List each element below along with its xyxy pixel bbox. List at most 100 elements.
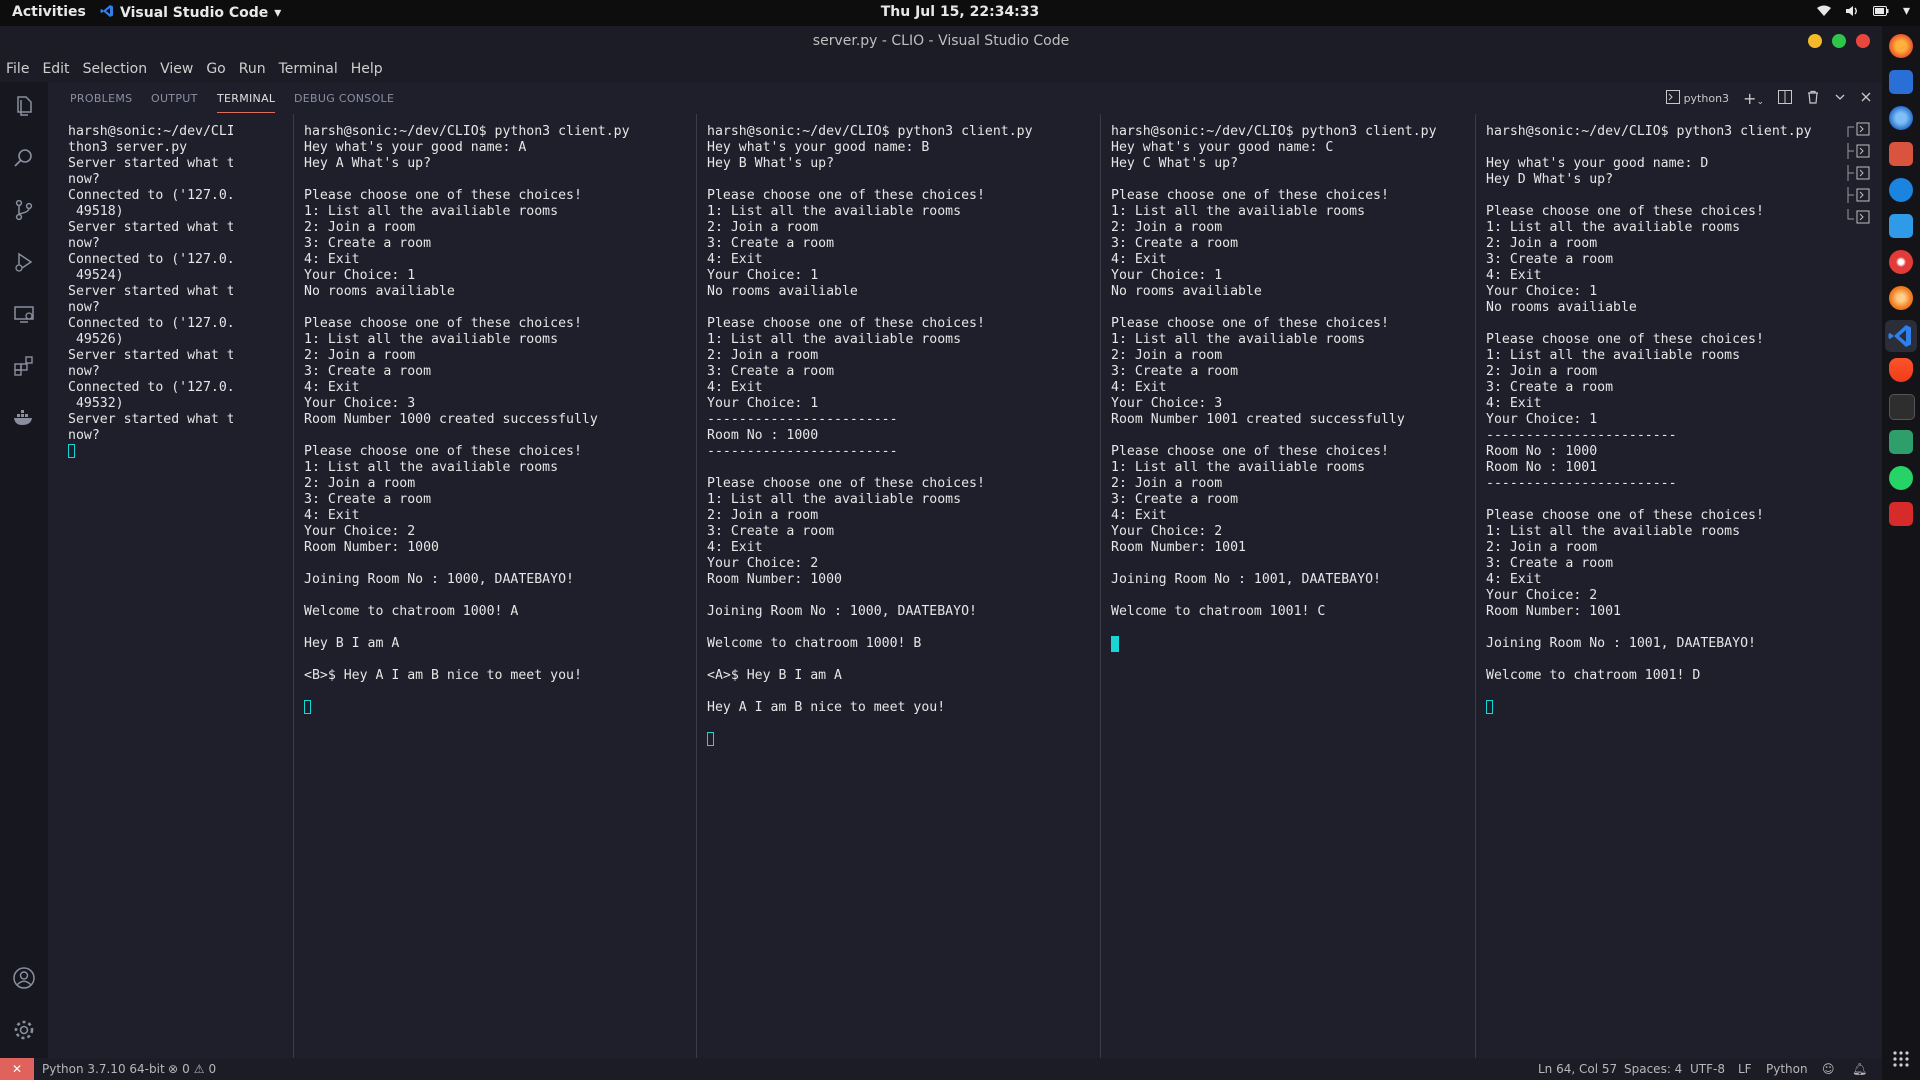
explorer-icon[interactable] <box>10 92 38 120</box>
music-app-icon[interactable] <box>1889 250 1913 274</box>
panel-header: PROBLEMS OUTPUT TERMINAL DEBUG CONSOLE p… <box>48 82 1882 114</box>
wifi-icon <box>1816 5 1831 17</box>
terminal-pane-client-a[interactable]: harsh@sonic:~/dev/CLIO$ python3 client.p… <box>304 124 704 1058</box>
panel-actions: python3 +⌄ <box>1665 89 1872 108</box>
terminal-pane-client-c[interactable]: harsh@sonic:~/dev/CLIO$ python3 client.p… <box>1111 124 1476 1058</box>
python-interpreter[interactable]: Python 3.7.10 64-bit <box>42 1062 165 1076</box>
menubar: File Edit Selection View Go Run Terminal… <box>0 58 1882 82</box>
accounts-icon[interactable] <box>10 964 38 992</box>
indentation[interactable]: Spaces: 4 <box>1624 1062 1682 1076</box>
show-apps-grid-icon[interactable] <box>1892 1050 1910 1072</box>
notes-app-icon[interactable] <box>1889 70 1913 94</box>
brave-icon[interactable] <box>1889 358 1913 382</box>
terminal-pane-client-d[interactable]: harsh@sonic:~/dev/CLIO$ python3 client.p… <box>1486 124 1831 1058</box>
terminal-tab-item[interactable] <box>1846 162 1872 184</box>
clock[interactable]: Thu Jul 15, 22:34:33 <box>0 4 1920 20</box>
terminal-tab-item[interactable] <box>1846 184 1872 206</box>
terminal-output: harsh@sonic:~/dev/CLIO$ py thon3 server.… <box>68 124 233 443</box>
minimize-button[interactable] <box>1808 34 1822 48</box>
menu-go[interactable]: Go <box>200 58 232 82</box>
tab-terminal[interactable]: TERMINAL <box>217 92 276 113</box>
activities-button[interactable]: Activities <box>12 4 86 20</box>
firefox-icon[interactable] <box>1889 34 1913 58</box>
terminal-cursor <box>1111 636 1119 652</box>
menu-view[interactable]: View <box>154 58 200 82</box>
terminal-tab-item[interactable] <box>1846 206 1872 228</box>
system-tray[interactable]: ▾ <box>1816 3 1910 19</box>
browser-app-icon[interactable] <box>1889 286 1913 310</box>
terminal-app-icon[interactable] <box>1889 394 1915 420</box>
cursor-position[interactable]: Ln 64, Col 57 <box>1538 1062 1617 1076</box>
app-menu-label: Visual Studio Code <box>120 5 269 21</box>
menu-run[interactable]: Run <box>233 58 273 82</box>
pdf-app-icon[interactable] <box>1889 502 1913 526</box>
caret-down-icon: ▾ <box>1902 3 1910 19</box>
bell-icon[interactable]: 🔔︎ <box>1852 1062 1867 1076</box>
run-debug-icon[interactable] <box>10 248 38 276</box>
vscode-icon <box>100 4 114 22</box>
encoding[interactable]: UTF-8 <box>1690 1062 1725 1076</box>
close-panel-icon[interactable] <box>1860 91 1872 106</box>
problems-indicator[interactable]: ⊗ 0 ⚠ 0 <box>168 1062 216 1076</box>
help-icon[interactable] <box>1889 178 1913 202</box>
terminal-cursor <box>707 732 714 746</box>
software-store-icon[interactable] <box>1889 142 1913 166</box>
activity-bar <box>0 82 48 1058</box>
menu-file[interactable]: File <box>0 58 36 82</box>
source-control-icon[interactable] <box>10 196 38 224</box>
battery-icon <box>1872 6 1889 16</box>
terminal-dropdown[interactable]: python3 <box>1665 90 1730 107</box>
search-icon[interactable] <box>10 144 38 172</box>
pane-divider[interactable] <box>293 114 294 1058</box>
language-mode[interactable]: Python <box>1766 1062 1808 1076</box>
tab-output[interactable]: OUTPUT <box>151 92 198 105</box>
terminal-output: harsh@sonic:~/dev/CLIO$ python3 client.p… <box>707 124 1033 715</box>
terminal-output: harsh@sonic:~/dev/CLIO$ python3 client.p… <box>1486 124 1812 683</box>
warning-icon: ⚠ <box>193 1062 205 1076</box>
terminal-pane-server[interactable]: harsh@sonic:~/dev/CLIO$ py thon3 server.… <box>68 124 233 1058</box>
vscode-dock-icon[interactable] <box>1885 320 1917 352</box>
terminal-output: harsh@sonic:~/dev/CLIO$ python3 client.p… <box>1111 124 1437 619</box>
docker-icon[interactable] <box>10 404 38 432</box>
terminal-name: python3 <box>1683 92 1730 105</box>
remote-indicator-button[interactable]: ✕ <box>0 1058 34 1080</box>
whatsapp-icon[interactable] <box>1889 466 1913 490</box>
terminal-tabs-list <box>1846 118 1872 228</box>
terminal-cursor <box>1486 700 1493 714</box>
menu-edit[interactable]: Edit <box>36 58 76 82</box>
pane-divider[interactable] <box>696 114 697 1058</box>
error-count: 0 <box>182 1062 190 1076</box>
gear-icon[interactable] <box>10 1016 38 1044</box>
terminal-area[interactable]: harsh@sonic:~/dev/CLIO$ py thon3 server.… <box>48 114 1835 1058</box>
remote-explorer-icon[interactable] <box>10 300 38 328</box>
feedback-icon[interactable]: ☺ <box>1822 1062 1835 1076</box>
maximize-button[interactable] <box>1832 34 1846 48</box>
close-window-button[interactable] <box>1856 34 1870 48</box>
pane-divider[interactable] <box>1475 114 1476 1058</box>
network-app-icon[interactable] <box>1889 106 1913 130</box>
new-terminal-button[interactable]: +⌄ <box>1743 89 1764 108</box>
terminal-tab-item[interactable] <box>1846 140 1872 162</box>
calendar-app-icon[interactable] <box>1889 430 1913 454</box>
tab-problems[interactable]: PROBLEMS <box>70 92 132 105</box>
window-titlebar: server.py - CLIO - Visual Studio Code <box>0 26 1882 58</box>
menu-help[interactable]: Help <box>345 58 390 82</box>
maximize-panel-chevron-icon[interactable] <box>1834 91 1846 106</box>
caret-down-icon: ▾ <box>274 5 282 21</box>
split-terminal-icon[interactable] <box>1778 90 1792 107</box>
menu-terminal[interactable]: Terminal <box>273 58 345 82</box>
chevron-down-icon: ⌄ <box>1756 97 1764 107</box>
menu-selection[interactable]: Selection <box>77 58 155 82</box>
pane-divider[interactable] <box>1100 114 1101 1058</box>
error-icon: ⊗ <box>168 1062 179 1076</box>
terminal-tab-item[interactable] <box>1846 118 1872 140</box>
trash-icon[interactable] <box>1806 90 1820 107</box>
extensions-icon[interactable] <box>10 352 38 380</box>
files-app-icon[interactable] <box>1889 214 1913 238</box>
end-of-line[interactable]: LF <box>1738 1062 1752 1076</box>
status-bar: ✕ Python 3.7.10 64-bit ⊗ 0 ⚠ 0 Ln 64, Col … <box>0 1058 1882 1080</box>
terminal-pane-client-b[interactable]: harsh@sonic:~/dev/CLIO$ python3 client.p… <box>707 124 1105 1058</box>
app-menu[interactable]: Visual Studio Code ▾ <box>100 4 281 22</box>
terminal-icon <box>1665 90 1680 107</box>
tab-debug-console[interactable]: DEBUG CONSOLE <box>294 92 394 105</box>
